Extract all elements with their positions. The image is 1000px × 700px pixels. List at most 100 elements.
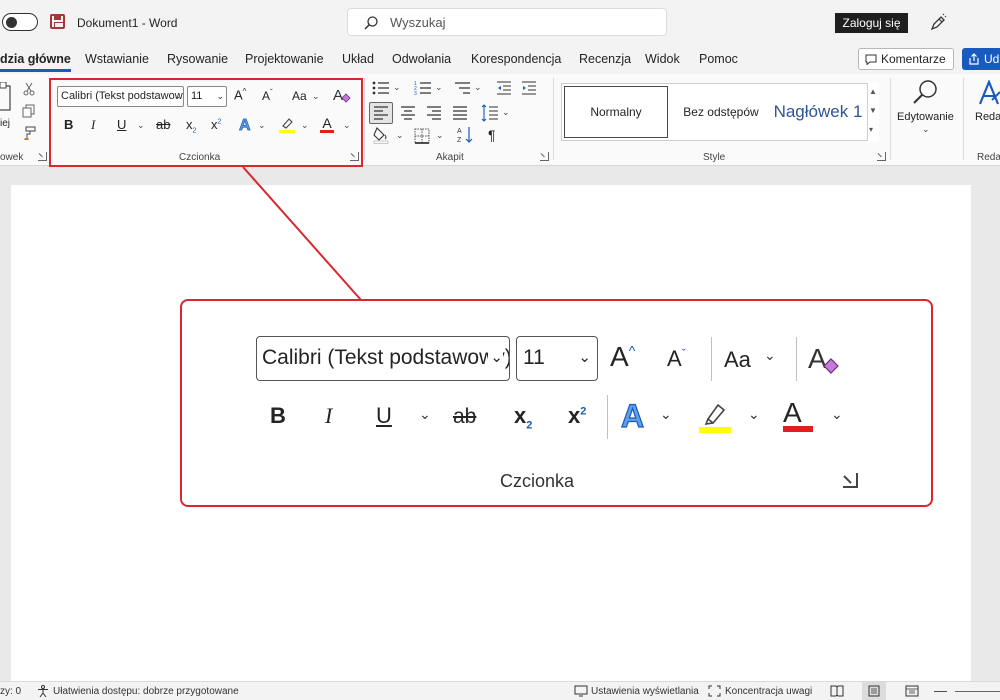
- cut-icon[interactable]: [22, 82, 36, 96]
- chevron-down-icon[interactable]: ⌄: [660, 406, 672, 423]
- chevron-down-icon[interactable]: ▼: [869, 106, 877, 115]
- zoom-font-name-select[interactable]: Calibri (Tekst podstawowy) ⌄: [256, 336, 510, 381]
- editor-label[interactable]: Reda: [975, 111, 1000, 123]
- style-normal[interactable]: Normalny: [564, 86, 668, 138]
- chevron-down-icon[interactable]: ⌄: [474, 82, 482, 93]
- document-title: Dokument1 - Word: [77, 16, 178, 30]
- zoom-strikethrough-button[interactable]: ab: [453, 405, 476, 429]
- tab-insert[interactable]: Wstawianie: [85, 52, 149, 66]
- font-group-zoom: Calibri (Tekst podstawowy) ⌄ 11 ⌄ A^ Aˇ Aa…: [180, 299, 933, 507]
- tab-help[interactable]: Pomoc: [699, 52, 738, 66]
- zoom-shrink-font-button[interactable]: Aˇ: [667, 346, 686, 372]
- increase-indent-icon[interactable]: [521, 80, 537, 96]
- svg-text:A: A: [621, 398, 644, 433]
- multilevel-list-icon[interactable]: [453, 80, 471, 96]
- autosave-toggle[interactable]: [2, 13, 38, 31]
- chevron-down-icon[interactable]: ⌄: [922, 124, 930, 135]
- zoom-grow-font-button[interactable]: A^: [610, 341, 635, 373]
- styles-group-label: Style: [703, 152, 726, 163]
- numbering-icon[interactable]: 123: [414, 80, 432, 96]
- zoom-font-color-button[interactable]: A: [783, 397, 813, 432]
- login-button[interactable]: Zaloguj się: [835, 13, 908, 33]
- decrease-indent-icon[interactable]: [496, 80, 512, 96]
- search-icon[interactable]: [912, 78, 940, 106]
- share-button[interactable]: Ud: [962, 48, 1000, 70]
- chevron-down-icon[interactable]: ⌄: [435, 82, 443, 93]
- show-formatting-marks-button[interactable]: ¶: [488, 127, 496, 143]
- align-center-icon[interactable]: [400, 106, 416, 120]
- focus-mode[interactable]: Koncentracja uwagi: [725, 686, 812, 697]
- styles-scroll[interactable]: ▲ ▼ ▾: [867, 83, 879, 141]
- tab-view[interactable]: Widok: [645, 52, 680, 66]
- zoom-font-launcher[interactable]: [843, 473, 858, 488]
- zoom-font-group-label: Czcionka: [500, 471, 575, 491]
- paragraph-group-label: Akapit: [436, 152, 464, 163]
- align-right-icon[interactable]: [426, 106, 442, 120]
- chevron-down-icon[interactable]: ⌄: [393, 82, 401, 93]
- chevron-down-icon[interactable]: ⌄: [419, 406, 431, 423]
- zoom-change-case-button[interactable]: Aa: [724, 347, 751, 373]
- comments-button[interactable]: Komentarze: [858, 48, 954, 70]
- word-count[interactable]: zy: 0: [0, 686, 21, 697]
- more-styles-icon[interactable]: ▾: [869, 125, 873, 134]
- styles-launcher[interactable]: [877, 152, 886, 161]
- tab-home[interactable]: dzia główne: [0, 52, 71, 72]
- style-heading-1[interactable]: Nagłówek 1: [766, 84, 870, 140]
- read-mode-icon[interactable]: [830, 685, 844, 697]
- zoom-grow-font-label: A: [610, 341, 629, 372]
- zoom-clear-formatting-icon[interactable]: A: [808, 340, 842, 376]
- designer-pen-icon[interactable]: [928, 13, 948, 33]
- zoom-font-size-select[interactable]: 11 ⌄: [516, 336, 598, 381]
- tab-draw[interactable]: Rysowanie: [167, 52, 228, 66]
- editing-label[interactable]: Edytowanie: [897, 111, 954, 123]
- style-no-spacing[interactable]: Bez odstępów: [670, 84, 772, 140]
- sort-icon[interactable]: AZ: [457, 126, 473, 144]
- zoom-subscript-label: x: [514, 403, 527, 428]
- shading-icon[interactable]: [373, 126, 389, 144]
- justify-icon[interactable]: [452, 106, 468, 120]
- zoom-underline-button[interactable]: U: [376, 403, 392, 429]
- tab-mailings[interactable]: Korespondencja: [471, 52, 561, 66]
- chevron-down-icon[interactable]: ⌄: [502, 107, 510, 118]
- zoom-text-effects-icon[interactable]: A: [619, 397, 651, 433]
- chevron-down-icon[interactable]: ⌄: [764, 347, 776, 364]
- search-input[interactable]: [390, 13, 650, 31]
- search-box[interactable]: [347, 8, 667, 36]
- zoom-highlighter-icon[interactable]: [698, 399, 732, 435]
- separator: [796, 337, 797, 381]
- tab-references[interactable]: Odwołania: [392, 52, 451, 66]
- ribbon-tabs: dzia główne Wstawianie Rysowanie Projekt…: [0, 46, 1000, 74]
- display-settings[interactable]: Ustawienia wyświetlania: [591, 686, 699, 697]
- chevron-down-icon[interactable]: ⌄: [831, 406, 843, 423]
- zoom-out-button[interactable]: —: [934, 683, 947, 698]
- zoom-font-size-value: 11: [523, 346, 545, 369]
- tab-layout[interactable]: Układ: [342, 52, 374, 66]
- chevron-up-icon[interactable]: ▲: [869, 87, 877, 96]
- paste-icon[interactable]: [0, 82, 12, 114]
- format-painter-icon[interactable]: [22, 126, 36, 140]
- chevron-down-icon: ⌄: [578, 349, 591, 366]
- web-layout-icon[interactable]: [905, 685, 919, 697]
- zoom-bold-button[interactable]: B: [270, 403, 286, 429]
- borders-icon[interactable]: [414, 128, 430, 144]
- zoom-change-case-label: Aa: [724, 347, 751, 372]
- tab-design[interactable]: Projektowanie: [245, 52, 324, 66]
- paragraph-launcher[interactable]: [540, 152, 549, 161]
- zoom-superscript-button[interactable]: x2: [568, 403, 586, 429]
- zoom-subscript-button[interactable]: x2: [514, 403, 532, 431]
- zoom-slider[interactable]: [955, 691, 1000, 692]
- tab-review[interactable]: Recenzja: [579, 52, 631, 66]
- zoom-font-color-label: A: [783, 397, 802, 428]
- line-spacing-icon[interactable]: [481, 104, 499, 122]
- editor-icon[interactable]: [978, 80, 1000, 106]
- accessibility-status[interactable]: Ułatwienia dostępu: dobrze przygotowane: [53, 686, 239, 697]
- clipboard-launcher[interactable]: [38, 152, 47, 161]
- save-icon[interactable]: [50, 14, 65, 29]
- chevron-down-icon[interactable]: ⌄: [748, 406, 760, 423]
- chevron-down-icon[interactable]: ⌄: [436, 130, 444, 141]
- copy-icon[interactable]: [22, 104, 36, 118]
- zoom-italic-button[interactable]: I: [325, 403, 332, 429]
- bullets-icon[interactable]: [372, 80, 390, 96]
- clipboard-group-label: owek: [0, 152, 24, 163]
- chevron-down-icon[interactable]: ⌄: [396, 130, 404, 141]
